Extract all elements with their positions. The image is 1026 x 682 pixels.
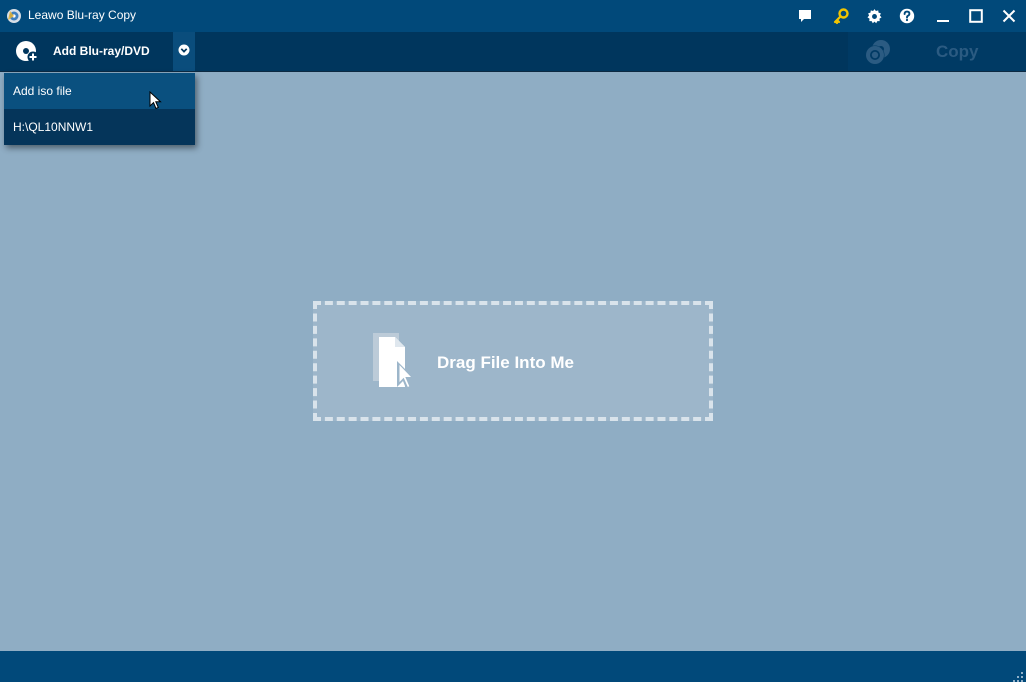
minimize-icon[interactable] [932, 5, 954, 27]
add-bluray-dvd-label: Add Blu-ray/DVD [53, 44, 150, 58]
key-icon[interactable] [830, 5, 852, 27]
copy-button[interactable]: Copy [848, 32, 1026, 71]
window-title: Leawo Blu-ray Copy [28, 8, 137, 22]
add-source-dropdown-menu: Add iso file H:\QL10NNW1 [4, 73, 195, 145]
add-disc-icon [15, 40, 39, 64]
copy-disc-icon [864, 38, 892, 66]
menu-item-drive[interactable]: H:\QL10NNW1 [4, 109, 195, 145]
add-dropdown-button[interactable] [173, 32, 195, 71]
title-bar: Leawo Blu-ray Copy [0, 0, 1026, 32]
chevron-down-icon [178, 43, 190, 61]
drag-file-label: Drag File Into Me [437, 353, 574, 372]
gear-icon[interactable] [863, 5, 885, 27]
status-bar [0, 651, 1026, 682]
maximize-icon[interactable] [965, 5, 987, 27]
help-icon[interactable] [896, 5, 918, 27]
resize-grip-icon[interactable] [1013, 669, 1023, 682]
close-icon[interactable] [998, 5, 1020, 27]
toolbar: Add Blu-ray/DVD Copy [0, 32, 1026, 72]
menu-item-add-iso-file[interactable]: Add iso file [4, 73, 195, 109]
drag-drop-zone[interactable]: Drag File Into Me [313, 301, 713, 421]
chat-icon[interactable] [794, 5, 816, 27]
mouse-pointer-icon [149, 90, 163, 111]
file-drag-icon [373, 331, 427, 393]
copy-label: Copy [936, 42, 979, 61]
add-bluray-dvd-button[interactable]: Add Blu-ray/DVD [0, 32, 172, 71]
app-logo-icon [6, 8, 22, 24]
